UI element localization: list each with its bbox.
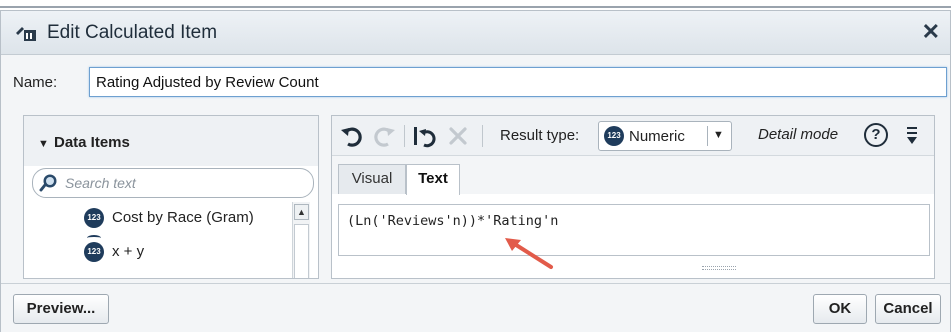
result-type-select[interactable]: 123 Numeric ▼ [598,121,732,151]
cancel-button[interactable]: Cancel [875,294,941,324]
data-items-header[interactable]: ▼ Data Items [24,116,318,166]
scroll-up-icon[interactable]: ▲ [294,204,309,220]
chevron-down-icon[interactable]: ▼ [713,129,724,141]
preview-button[interactable]: Preview... [13,294,109,324]
edit-calculated-item-dialog: Edit Calculated Item ✕ Name: ▼ Data Item… [0,10,951,332]
search-input[interactable] [65,173,305,193]
name-label: Name: [13,74,58,91]
toolbar-separator [482,125,483,147]
select-divider [707,126,708,146]
expression-text: (Ln('Reviews'n))*'Rating'n [347,213,559,229]
close-icon[interactable]: ✕ [922,19,940,45]
calculated-item-icon [16,27,36,41]
reset-icon[interactable] [412,124,436,148]
redo-icon[interactable] [372,124,396,148]
search-icon [39,174,57,192]
list-scrollbar[interactable]: ▲ [292,202,310,278]
dialog-footer: Preview... OK Cancel [1,283,950,332]
tab-text[interactable]: Text [406,164,460,195]
detail-mode-label[interactable]: Detail mode [758,126,838,143]
data-items-panel: ▼ Data Items 123 Cost by Race (Gram) 123… [23,115,319,279]
scroll-thumb[interactable] [294,224,309,278]
search-box[interactable] [32,168,314,198]
dialog-titlebar[interactable]: Edit Calculated Item ✕ [1,11,950,55]
help-icon[interactable]: ? [864,123,888,147]
list-item-cost-by-race[interactable]: 123 Cost by Race (Gram) [32,204,294,232]
data-items-title: Data Items [54,134,130,151]
menu-icon[interactable] [906,125,918,147]
tab-visual[interactable]: Visual [338,164,406,194]
dialog-title: Edit Calculated Item [47,22,218,43]
toolbar-separator [404,125,405,147]
numeric-badge-icon: 123 [84,242,104,262]
numeric-badge-icon: 123 [84,208,104,228]
list-item-label: Cost by Race (Gram) [112,209,254,226]
resize-grip[interactable] [702,266,736,270]
result-type-value: Numeric [629,128,685,145]
undo-icon[interactable] [340,124,364,148]
list-item-label: x + y [112,243,145,260]
editor-tabs: Visual Text [332,156,934,195]
expression-editor[interactable]: (Ln('Reviews'n))*'Rating'n [338,204,930,256]
data-items-list: 123 Cost by Race (Gram) 123 x + y [32,204,294,278]
numeric-badge-icon: 123 [604,126,624,146]
ok-button[interactable]: OK [813,294,867,324]
calculated-marker-icon [87,235,101,241]
background-strip [0,0,951,10]
name-input[interactable] [89,67,947,97]
result-type-label: Result type: [500,127,580,144]
collapse-triangle-icon[interactable]: ▼ [38,138,49,150]
expression-toolbar: Result type: 123 Numeric ▼ Detail mode ? [332,116,934,156]
list-item-x-plus-y[interactable]: 123 x + y [32,235,294,266]
expression-panel: Result type: 123 Numeric ▼ Detail mode ?… [331,115,935,279]
clear-icon[interactable] [446,124,470,148]
